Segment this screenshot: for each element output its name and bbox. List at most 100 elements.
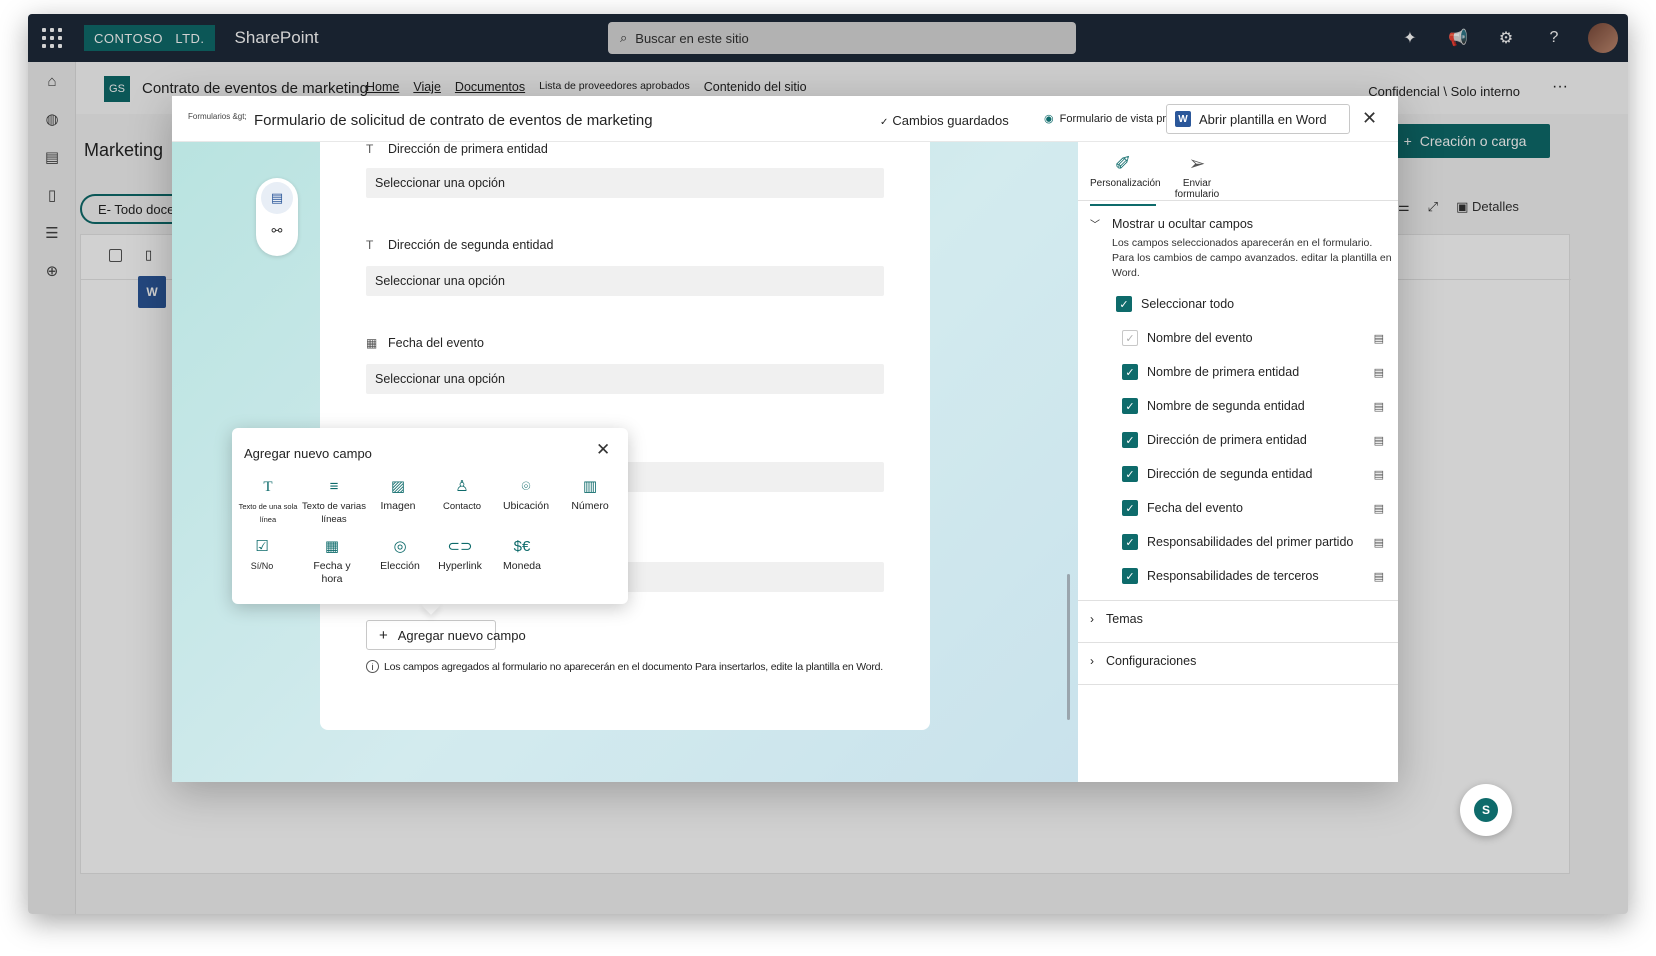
add-new-field-button[interactable]: + Agregar nuevo campo <box>366 620 526 650</box>
close-icon[interactable]: ✕ <box>1362 108 1377 129</box>
form-field-input[interactable]: Seleccionar una opción <box>366 364 884 394</box>
open-template-in-word-button[interactable]: W Abrir plantilla en Word <box>1166 104 1350 134</box>
multi-line-text-icon: ≡ <box>329 478 339 495</box>
field-toggle[interactable]: ✓ Responsabilidades de terceros ▤ <box>1122 568 1384 584</box>
popup-title: Agregar nuevo campo <box>244 446 372 461</box>
hyperlink-icon: ⊂⊃ <box>447 538 473 555</box>
field-type-icon: ▤ <box>1373 502 1384 515</box>
form-note: i Los campos agregados al formulario no … <box>366 660 883 673</box>
close-icon[interactable]: ✕ <box>596 440 610 460</box>
field-toggle[interactable]: ✓ Responsabilidades del primer partido ▤ <box>1122 534 1384 550</box>
field-type-label: Texto de varias líneas <box>302 501 366 525</box>
tab-personalizacion[interactable]: ✐ Personalización <box>1090 150 1161 206</box>
text-icon: T <box>366 238 374 252</box>
field-type-label: Sí/No <box>250 561 274 571</box>
number-icon: ▥ <box>582 478 598 495</box>
choice-icon: ◎ <box>393 538 407 555</box>
field-type-number[interactable]: ▥ Número <box>558 476 622 513</box>
divider <box>1078 642 1398 643</box>
location-icon: ⌾ <box>521 478 531 495</box>
dialog-title: Formulario de solicitud de contrato de e… <box>254 112 653 129</box>
field-toggle-label: Nombre del evento <box>1147 331 1253 345</box>
field-type-label: Fecha y hora <box>313 560 351 585</box>
field-type-location[interactable]: ⌾ Ubicación <box>494 476 558 513</box>
canvas-scrollbar[interactable] <box>1067 574 1070 720</box>
field-toggle[interactable]: ✓ Fecha del evento ▤ <box>1122 500 1384 516</box>
field-toggle[interactable]: ✓ Dirección de segunda entidad ▤ <box>1122 466 1384 482</box>
text-icon: T <box>366 142 374 156</box>
field-toggle-label: Dirección de segunda entidad <box>1147 467 1313 481</box>
form-field-label: T Dirección de primera entidad <box>366 142 548 156</box>
field-type-icon: ▤ <box>1373 570 1384 583</box>
show-hide-description: Los campos seleccionados aparecerán en e… <box>1112 237 1392 279</box>
section-title: Configuraciones <box>1106 654 1197 668</box>
save-status-label: Cambios guardados <box>892 113 1009 128</box>
preview-form-button[interactable]: ◉ Formulario de vista previa <box>1044 112 1186 125</box>
select-all-label: Seleccionar todo <box>1141 297 1235 311</box>
divider <box>1078 600 1398 601</box>
checkbox-checked-icon: ✓ <box>1122 568 1138 584</box>
field-type-multi-line[interactable]: ≡ Texto de varias líneas <box>302 476 366 526</box>
field-label-text: Fecha del evento <box>388 336 484 350</box>
checkbox-checked-icon: ✓ <box>1122 500 1138 516</box>
info-icon: i <box>366 660 379 673</box>
field-type-icon: ▤ <box>1373 332 1384 345</box>
form-field-label: ▦ Fecha del evento <box>366 336 484 350</box>
field-type-label: Moneda <box>503 560 541 572</box>
tab-label: Enviar formulario <box>1174 178 1220 200</box>
field-toggle-label: Responsabilidades de terceros <box>1147 569 1319 583</box>
branching-icon[interactable]: ⚯ <box>256 214 298 248</box>
field-type-choice[interactable]: ◎ Elección <box>368 536 432 573</box>
field-toggle[interactable]: ✓ Nombre de primera entidad ▤ <box>1122 364 1384 380</box>
currency-icon: $€ <box>513 538 531 555</box>
field-type-single-line[interactable]: T Texto de una sola línea <box>236 476 300 526</box>
chevron-right-icon: › <box>1090 654 1094 668</box>
eye-icon: ◉ <box>1044 113 1054 125</box>
themes-section-header[interactable]: › Temas <box>1090 612 1143 626</box>
field-type-currency[interactable]: $€ Moneda <box>490 536 554 573</box>
field-type-label: Número <box>571 500 609 512</box>
field-type-icon: ▤ <box>1373 400 1384 413</box>
field-type-hyperlink[interactable]: ⊂⊃ Hyperlink <box>428 536 492 573</box>
field-label-text: Dirección de segunda entidad <box>388 238 554 252</box>
dialog-header: Formularios &gt; Formulario de solicitud… <box>172 96 1398 142</box>
divider <box>1078 200 1398 201</box>
field-type-label: Texto de una sola línea <box>238 502 298 524</box>
plus-icon: + <box>379 626 388 644</box>
tab-label: Personalización <box>1090 178 1161 189</box>
open-word-label: Abrir plantilla en Word <box>1199 111 1327 127</box>
form-field-input[interactable]: Seleccionar una opción <box>366 168 884 198</box>
field-type-label: Elección <box>380 560 420 572</box>
tab-enviar-formulario[interactable]: ➢ Enviar formulario <box>1164 150 1230 206</box>
field-type-label: Hyperlink <box>438 560 482 572</box>
canvas-toolbar: ▤ ⚯ <box>256 178 298 256</box>
field-type-yes-no[interactable]: ☑ Sí/No <box>230 536 294 573</box>
field-toggle-label: Dirección de primera entidad <box>1147 433 1307 447</box>
paint-brush-icon: ✐ <box>1114 153 1132 175</box>
field-type-date-time[interactable]: ▦ Fecha y hora <box>300 536 364 586</box>
add-field-label: Agregar nuevo campo <box>397 627 526 643</box>
field-toggle-label: Nombre de segunda entidad <box>1147 399 1305 413</box>
select-all-checkbox[interactable]: ✓ Seleccionar todo <box>1116 296 1378 312</box>
yes-no-icon: ☑ <box>255 538 269 555</box>
settings-section-header[interactable]: › Configuraciones <box>1090 654 1196 668</box>
breadcrumb[interactable]: Formularios &gt; <box>188 112 247 121</box>
field-type-contact[interactable]: ♙ Contacto <box>430 476 494 513</box>
form-layout-icon[interactable]: ▤ <box>261 182 293 214</box>
field-type-image[interactable]: ▨ Imagen <box>366 476 430 513</box>
sharepoint-fab[interactable]: S <box>1460 784 1512 836</box>
field-toggle[interactable]: ✓ Dirección de primera entidad ▤ <box>1122 432 1384 448</box>
send-icon: ➢ <box>1188 153 1206 175</box>
field-type-label: Ubicación <box>502 500 550 512</box>
field-toggle-label: Responsabilidades del primer partido <box>1147 535 1354 549</box>
checkbox-checked-icon: ✓ <box>1122 534 1138 550</box>
field-toggle[interactable]: ✓ Nombre de segunda entidad ▤ <box>1122 398 1384 414</box>
section-title: Mostrar u ocultar campos <box>1112 216 1254 231</box>
field-toggle-label: Fecha del evento <box>1147 501 1243 515</box>
field-type-label: Imagen <box>380 500 416 512</box>
show-hide-fields-header[interactable]: ﹀ Mostrar u ocultar campos <box>1090 216 1254 232</box>
form-field-input[interactable]: Seleccionar una opción <box>366 266 884 296</box>
panel-tabs: ✐ Personalización ➢ Enviar formulario <box>1090 150 1230 206</box>
date-time-icon: ▦ <box>324 538 340 555</box>
chevron-down-icon: ﹀ <box>1090 220 1100 231</box>
